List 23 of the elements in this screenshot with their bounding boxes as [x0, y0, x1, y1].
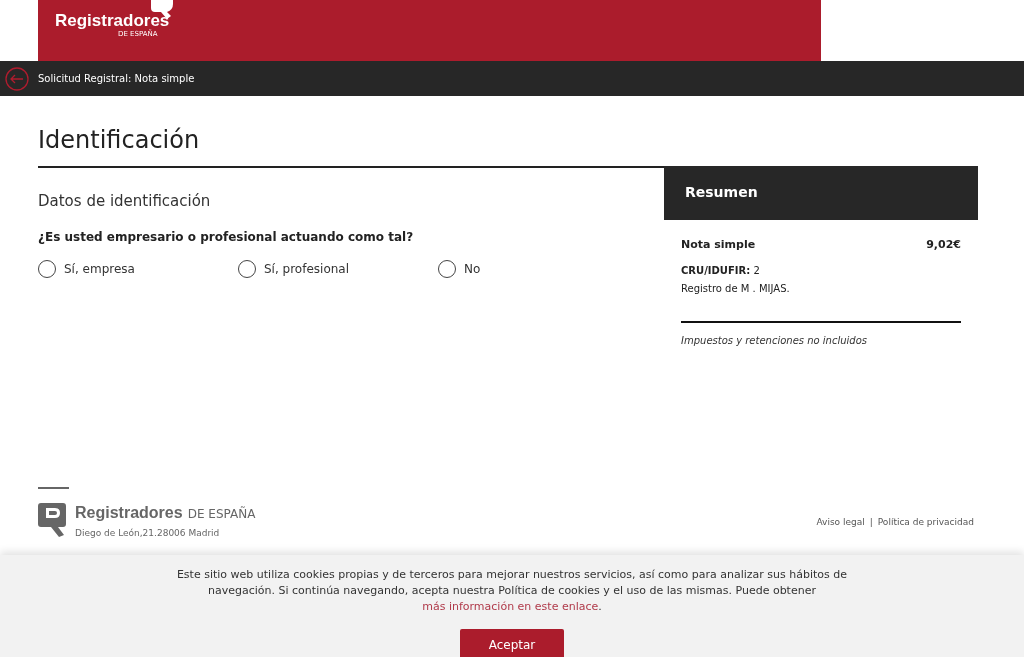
- link-separator: |: [869, 517, 873, 529]
- page-title: Identificación: [38, 96, 665, 168]
- question-text: ¿Es usted empresario o profesional actuando como tal?: [38, 230, 415, 244]
- footer-link[interactable]: Aviso legal: [816, 517, 865, 538]
- tax-note: Impuestos y retenciones no incluidos: [681, 335, 869, 346]
- radio-option[interactable]: No: [438, 260, 638, 278]
- item-price: 9,02€: [926, 238, 961, 251]
- nav-title: Solicitud Registral: Nota simple: [38, 73, 195, 84]
- logo-icon: [38, 503, 66, 537]
- logo-text: Registradores: [55, 11, 170, 30]
- registry-text: Registro de M . MIJAS.: [681, 283, 791, 294]
- summary-title: Resumen: [664, 166, 978, 220]
- accept-button[interactable]: Aceptar: [460, 629, 564, 657]
- radio-option[interactable]: Sí, profesional: [238, 260, 438, 278]
- item-name: Nota simple: [681, 238, 756, 251]
- radio-option[interactable]: Sí, empresa: [38, 260, 238, 278]
- cru-text: CRU/IDUFIR: 2: [681, 265, 761, 276]
- address-text: Diego de León,21.28006 Madrid: [75, 528, 221, 538]
- cookie-text: Este sitio web utiliza cookies propias y de terceros para mejorar nuestros servicios, así como para analizar sus hábitos de navegación. Si continúa navegando, acepta nuestra Política de cookies y el uso de las mismas. Puede obtener más información en este enlace.: [175, 567, 849, 615]
- footer-link[interactable]: Política de privacidad: [877, 517, 974, 538]
- footer-logo-text: Registradores: [75, 504, 183, 521]
- section-title: Datos de identificación: [38, 192, 212, 210]
- footer-logo-subtext: DE ESPAÑA: [187, 507, 256, 521]
